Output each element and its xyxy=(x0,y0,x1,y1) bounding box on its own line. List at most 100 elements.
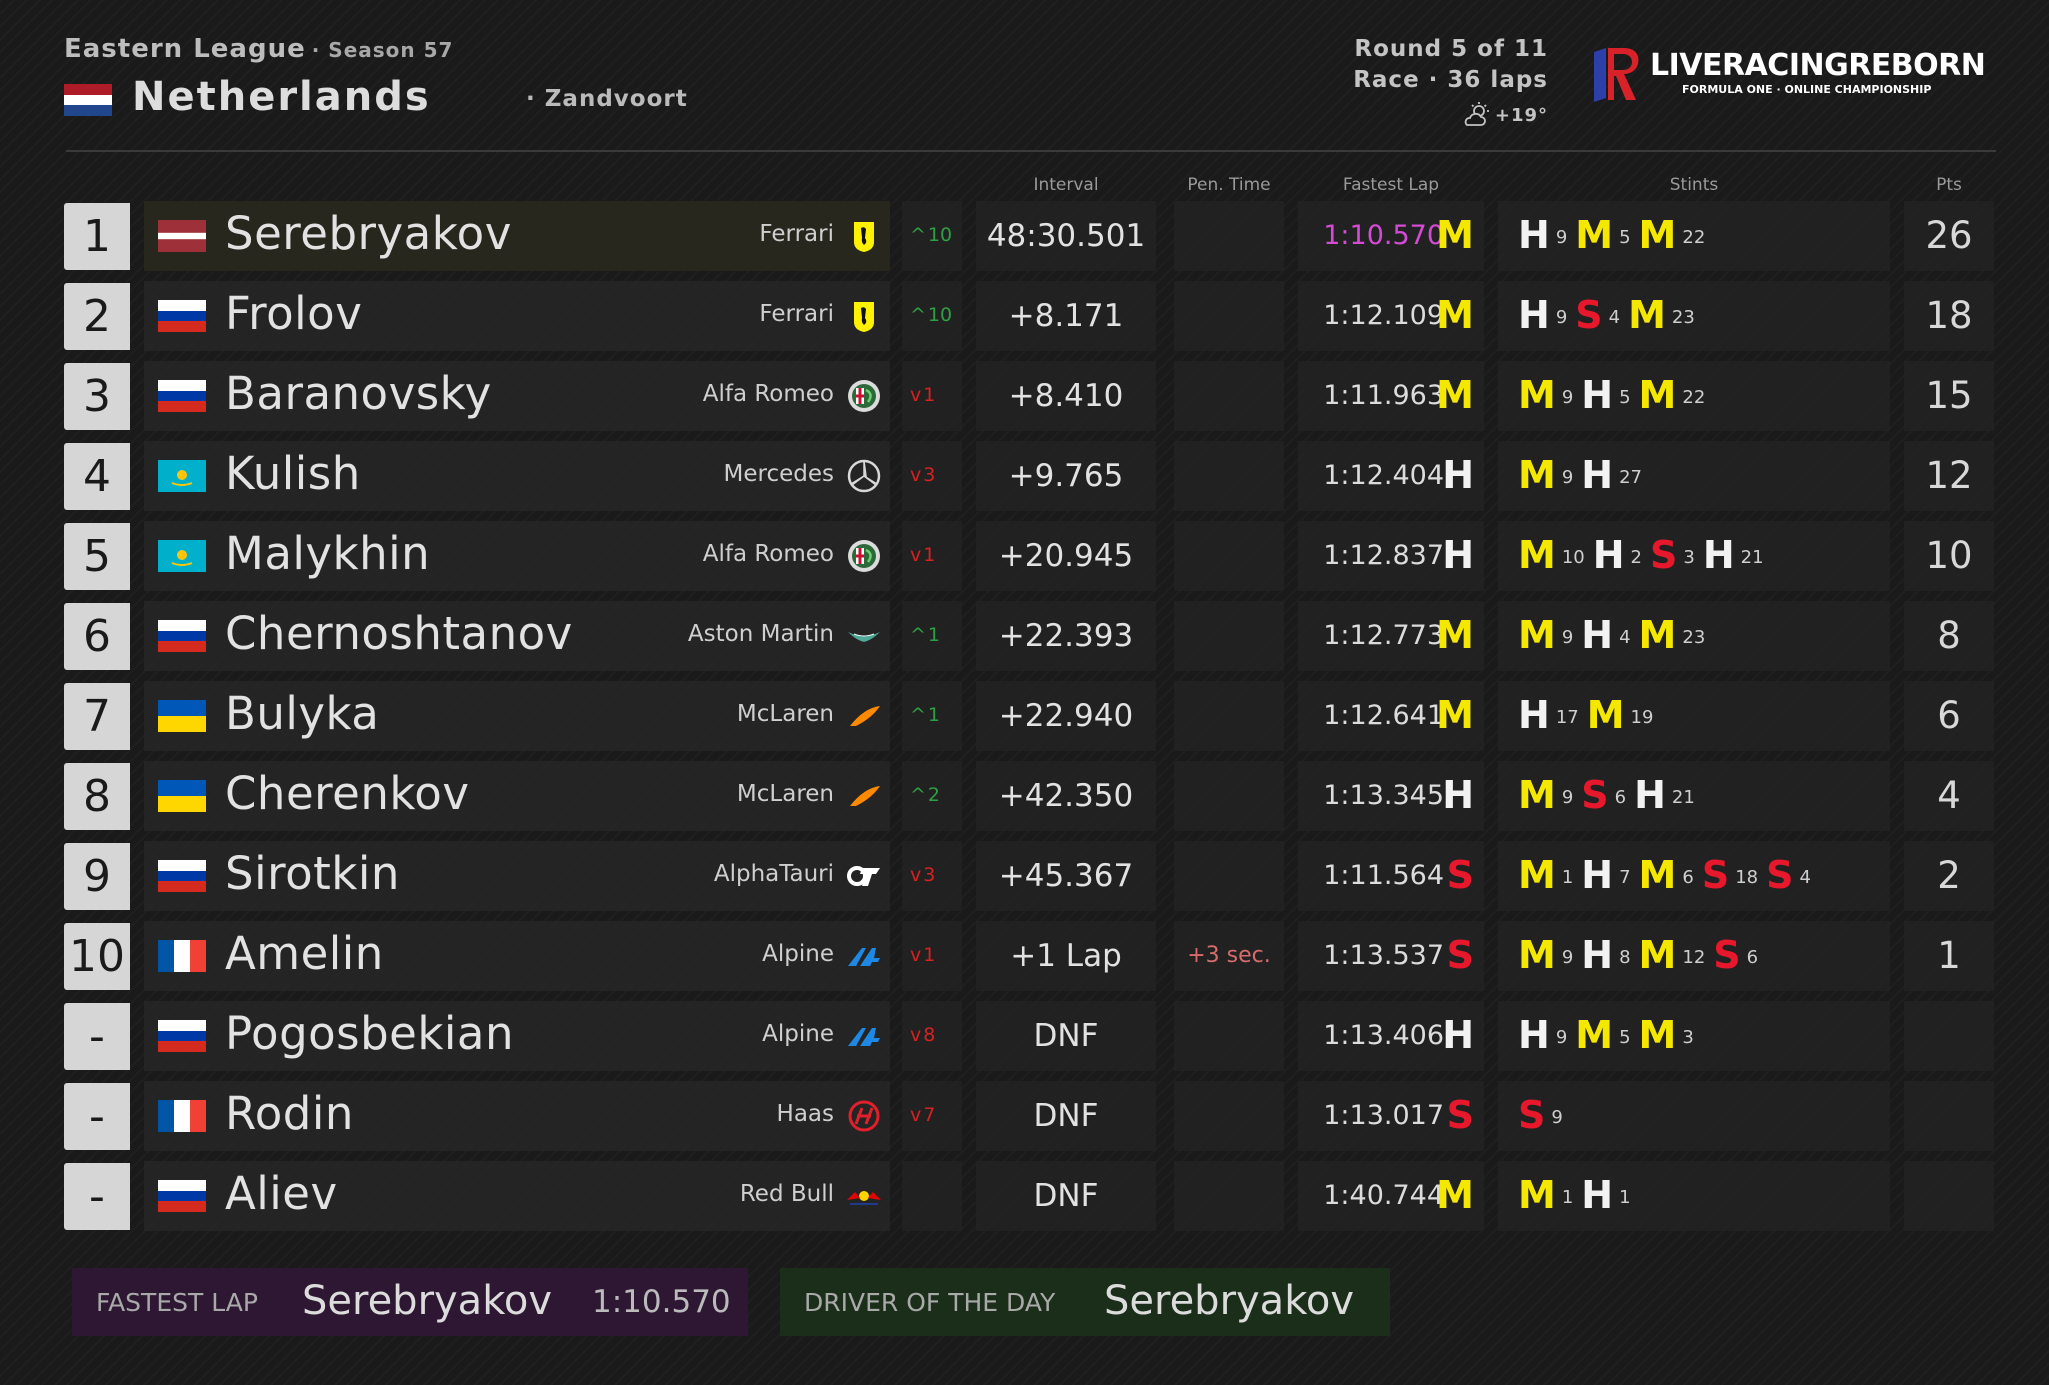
alpine-logo-icon xyxy=(848,948,880,966)
haas-logo-icon xyxy=(848,1100,880,1132)
penalty-time xyxy=(1174,201,1284,271)
fastest-lap-time: 1:40.744 xyxy=(1323,1180,1444,1211)
position: 3 xyxy=(64,363,130,430)
alpine-logo-icon xyxy=(848,1028,880,1046)
penalty-time xyxy=(1174,1081,1284,1151)
fastest-lap-cell: 1:12.773 M xyxy=(1298,601,1484,671)
team-name: McLaren xyxy=(736,701,834,727)
tyre-soft-icon: S xyxy=(1650,533,1678,577)
stint-laps: 4 xyxy=(1799,866,1811,888)
stints-cell: M1H1 xyxy=(1498,1161,1890,1231)
tyre-medium-icon: M xyxy=(1575,1013,1614,1057)
race-info: Round 5 of 11 Race · 36 laps +19° xyxy=(1353,34,1548,128)
tyre-hard-icon: H xyxy=(1581,613,1614,657)
penalty-time xyxy=(1174,841,1284,911)
stint-laps: 1 xyxy=(1619,1186,1631,1208)
tyre-hard-icon: H xyxy=(1442,533,1474,577)
fastest-lap-time: 1:10.570 xyxy=(592,1284,731,1320)
interval: +8.410 xyxy=(976,361,1156,431)
tyre-hard-icon: H xyxy=(1634,773,1666,817)
stints-cell: H 17 M 19 xyxy=(1498,681,1890,751)
stints-cell: M 9 H 8 M 12 S 6 xyxy=(1498,921,1890,991)
position: 8 xyxy=(64,763,130,830)
table-row: 4 Kulish Mercedes v 3 +9.765 1:12.404 H M 9 H 27 12 xyxy=(0,441,2049,511)
table-row: 8 Cherenkov McLaren ^ 2 +42.350 1:13.345 H M 9 S 6 H… xyxy=(0,761,2049,831)
tyre-medium-icon: M xyxy=(1436,213,1474,257)
stint-laps: 19 xyxy=(1630,706,1654,728)
tyre-soft-icon: S xyxy=(1518,1093,1546,1137)
tyre-medium-icon: M xyxy=(1638,933,1677,977)
points xyxy=(1904,1001,1994,1071)
stint-laps: 7 xyxy=(1619,866,1631,888)
points: 8 xyxy=(1904,601,1994,671)
netherlands-flag-icon xyxy=(64,84,112,116)
penalty-time xyxy=(1174,361,1284,431)
table-row: - Pogosbekian Alpine v 8 DNF 1:13.406 H H 9 M 5 M 3 xyxy=(0,1001,2049,1071)
russia-flag-icon xyxy=(158,380,206,412)
fastest-lap-banner: FASTEST LAP Serebryakov 1:10.570 xyxy=(72,1268,748,1336)
driver-cell: Serebryakov Ferrari xyxy=(144,201,890,271)
driver-cell: Baranovsky Alfa Romeo xyxy=(144,361,890,431)
fastest-lap-cell: 1:13.345 H xyxy=(1298,761,1484,831)
interval: DNF xyxy=(976,1081,1156,1151)
tyre-medium-icon: M xyxy=(1586,693,1625,737)
position-change: v1 xyxy=(902,521,962,591)
latvia-flag-icon xyxy=(158,220,206,252)
tyre-medium-icon: M xyxy=(1518,453,1556,497)
brand-name: LIVERACINGREBORN xyxy=(1650,48,1986,83)
position-change: ^ 10 xyxy=(902,281,962,351)
weather: +19° xyxy=(1353,102,1548,128)
partly-cloudy-icon xyxy=(1464,102,1489,126)
table-row: 10 Amelin Alpine v 1 +1 Lap +3 sec. 1:13.537 S M 9… xyxy=(0,921,2049,991)
tyre-soft-icon: S xyxy=(1575,293,1603,337)
penalty-time xyxy=(1174,521,1284,591)
temperature: +19° xyxy=(1494,104,1548,126)
stints-cell: H9M5M3 xyxy=(1498,1001,1890,1071)
mercedes-logo-icon xyxy=(847,459,881,493)
alfa-logo-icon xyxy=(848,540,880,572)
russia-flag-icon xyxy=(158,620,206,652)
table-row: 2 Frolov Ferrari ^ 10 +8.171 1:12.109 M H 9 S 4 M 23 1… xyxy=(0,281,2049,351)
interval: DNF xyxy=(976,1001,1156,1071)
tyre-medium-icon: M xyxy=(1638,213,1677,257)
tyre-medium-icon: M xyxy=(1638,373,1677,417)
aston-logo-icon xyxy=(848,632,880,642)
driver-name: Cherenkov xyxy=(225,767,470,820)
position-change: v1 xyxy=(902,361,962,431)
stints-cell: M 9 S 6 H 21 xyxy=(1498,761,1890,831)
interval: DNF xyxy=(976,1161,1156,1231)
stint-laps: 23 xyxy=(1682,626,1706,648)
stint-laps: 22 xyxy=(1682,226,1706,248)
stint-laps: 9 xyxy=(1561,466,1574,488)
driver-name: Sirotkin xyxy=(225,847,400,900)
penalty-time xyxy=(1174,1001,1284,1071)
col-points: Pts xyxy=(1936,175,1962,195)
stint-laps: 3 xyxy=(1683,546,1695,568)
stint-laps: 9 xyxy=(1551,1106,1563,1128)
table-row: - Aliev Red Bull DNF 1:40.744 M M 1 H 1 xyxy=(0,1161,2049,1231)
fastest-lap-cell: 1:13.537 S xyxy=(1298,921,1484,991)
fastest-lap-cell: 1:13.017 S xyxy=(1298,1081,1484,1151)
race-label: Race · 36 laps xyxy=(1353,67,1548,93)
tyre-hard-icon: H xyxy=(1518,293,1550,337)
tyre-medium-icon: M xyxy=(1638,1013,1677,1057)
fastest-lap-cell: 1:12.404 H xyxy=(1298,441,1484,511)
points xyxy=(1904,1081,1994,1151)
tyre-hard-icon: H xyxy=(1581,373,1614,417)
points: 2 xyxy=(1904,841,1994,911)
driver-of-day-name: Serebryakov xyxy=(1104,1278,1355,1324)
team-name: Ferrari xyxy=(759,221,834,247)
fastest-lap-cell: 1:10.570 M xyxy=(1298,201,1484,271)
penalty-time xyxy=(1174,1161,1284,1231)
table-row: - Rodin Haas v 7 DNF 1:13.017 S S 9 xyxy=(0,1081,2049,1151)
league-title: Eastern League · Season 57 xyxy=(64,34,453,64)
position: - xyxy=(64,1083,130,1150)
position-change-dn: v7 xyxy=(910,1104,936,1126)
position-change xyxy=(902,1161,962,1231)
driver-cell: Kulish Mercedes xyxy=(144,441,890,511)
stints-cell: M 10 H 2 S 3 H 21 xyxy=(1498,521,1890,591)
fastest-lap-cell: 1:11.564 S xyxy=(1298,841,1484,911)
team-name: Haas xyxy=(776,1101,834,1127)
alfa-logo-icon xyxy=(848,380,880,412)
fastest-lap-cell: 1:40.744 M xyxy=(1298,1161,1484,1231)
